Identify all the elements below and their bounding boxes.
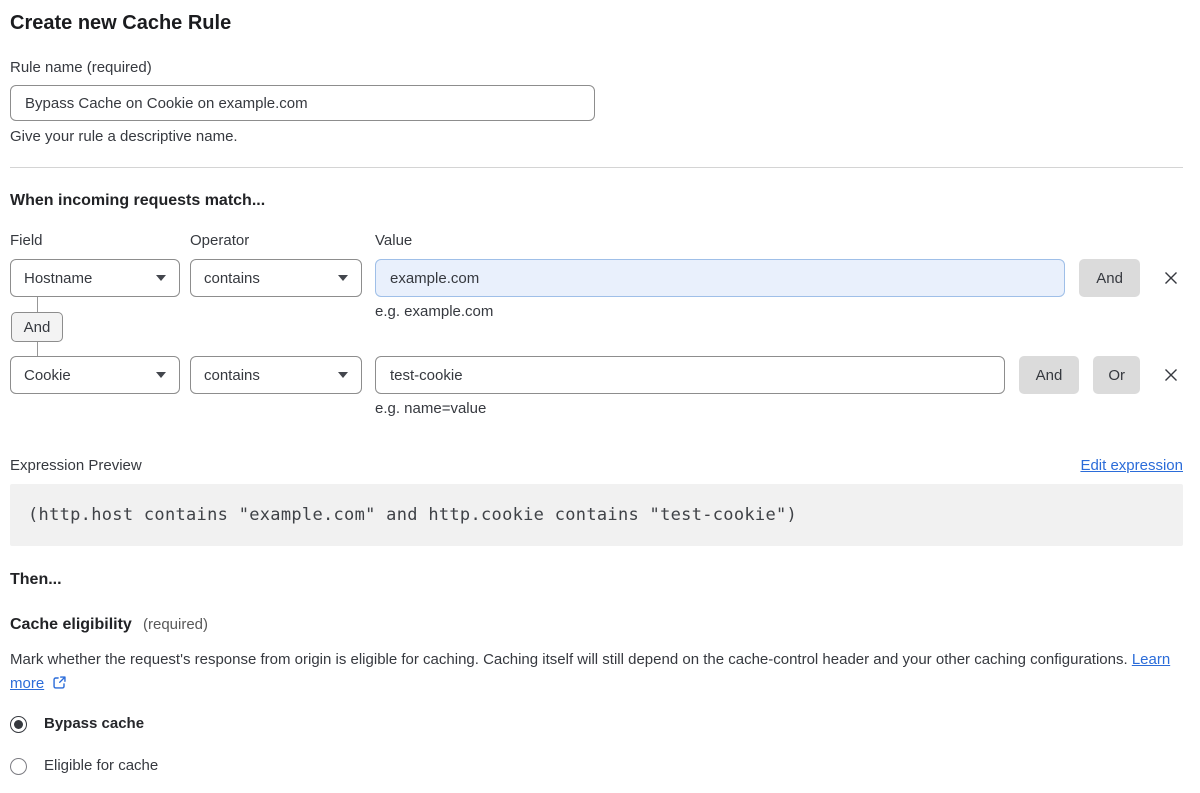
value-input-1[interactable]: [375, 259, 1066, 297]
edit-expression-link[interactable]: Edit expression: [1080, 456, 1183, 475]
column-label-operator: Operator: [190, 232, 250, 249]
close-icon: [1165, 369, 1177, 381]
radio-label-bypass-cache[interactable]: Bypass cache: [44, 715, 144, 733]
then-heading: Then...: [10, 571, 62, 588]
chevron-down-icon: [338, 372, 348, 378]
condition-row-2: Cookie contains e.g. name=value And Or: [10, 356, 1183, 418]
cache-eligibility-description: Mark whether the request's response from…: [10, 648, 1180, 696]
or-button-row-2[interactable]: Or: [1093, 356, 1140, 394]
and-button-row-1[interactable]: And: [1079, 259, 1140, 297]
expression-code-block: (http.host contains "example.com" and ht…: [10, 484, 1183, 546]
condition-row-1: Hostname contains e.g. example.com And: [10, 259, 1183, 321]
page-title: Create new Cache Rule: [10, 12, 232, 34]
radio-option-eligible-for-cache[interactable]: Eligible for cache: [10, 757, 1183, 775]
field-select-2-value: Cookie: [24, 366, 71, 384]
chevron-down-icon: [338, 275, 348, 281]
operator-select-2-value: contains: [204, 366, 260, 384]
value-column-2: e.g. name=value: [375, 356, 1005, 418]
operator-select-2[interactable]: contains: [190, 356, 362, 394]
radio-button-selected[interactable]: [10, 715, 27, 733]
condition-rows: And Hostname contains e.g. example.com A…: [10, 259, 1183, 418]
field-select-2[interactable]: Cookie: [10, 356, 180, 394]
remove-condition-button-2[interactable]: [1159, 356, 1183, 394]
radio-button-unselected[interactable]: [10, 757, 27, 775]
chevron-down-icon: [156, 275, 166, 281]
match-heading: When incoming requests match...: [10, 192, 266, 209]
chevron-down-icon: [156, 372, 166, 378]
rule-name-input[interactable]: [10, 85, 595, 121]
rule-name-label: Rule name (required): [10, 59, 152, 76]
operator-select-1[interactable]: contains: [190, 259, 362, 297]
radio-option-bypass-cache[interactable]: Bypass cache: [10, 715, 1183, 733]
value-input-2[interactable]: [375, 356, 1005, 394]
value-hint-2: e.g. name=value: [375, 400, 487, 417]
expression-code: (http.host contains "example.com" and ht…: [28, 505, 798, 525]
column-label-field: Field: [10, 232, 43, 249]
radio-label-eligible-for-cache[interactable]: Eligible for cache: [44, 757, 158, 775]
condition-column-headers: Field Operator Value: [10, 232, 1183, 250]
field-select-1-value: Hostname: [24, 269, 93, 287]
required-note: (required): [142, 616, 209, 633]
remove-condition-button-1[interactable]: [1159, 259, 1183, 297]
description-text: Mark whether the request's response from…: [10, 651, 1128, 668]
expression-preview-label: Expression Preview: [10, 457, 142, 474]
expression-preview-row: Expression Preview Edit expression: [10, 456, 1183, 475]
field-select-1[interactable]: Hostname: [10, 259, 180, 297]
cache-eligibility-header: Cache eligibility (required): [10, 614, 1183, 635]
radio-dot: [14, 719, 23, 729]
close-icon: [1165, 272, 1177, 284]
section-divider: [10, 167, 1183, 168]
create-cache-rule-form: Create new Cache Rule Rule name (require…: [0, 0, 1200, 775]
value-hint-1: e.g. example.com: [375, 303, 494, 320]
rule-name-helper: Give your rule a descriptive name.: [10, 128, 238, 145]
column-label-value: Value: [375, 232, 413, 249]
and-button-row-2[interactable]: And: [1018, 356, 1080, 394]
value-column-1: e.g. example.com: [375, 259, 1066, 321]
cache-eligibility-heading: Cache eligibility: [10, 616, 132, 633]
external-link-icon: [53, 676, 66, 689]
operator-select-1-value: contains: [204, 269, 260, 287]
